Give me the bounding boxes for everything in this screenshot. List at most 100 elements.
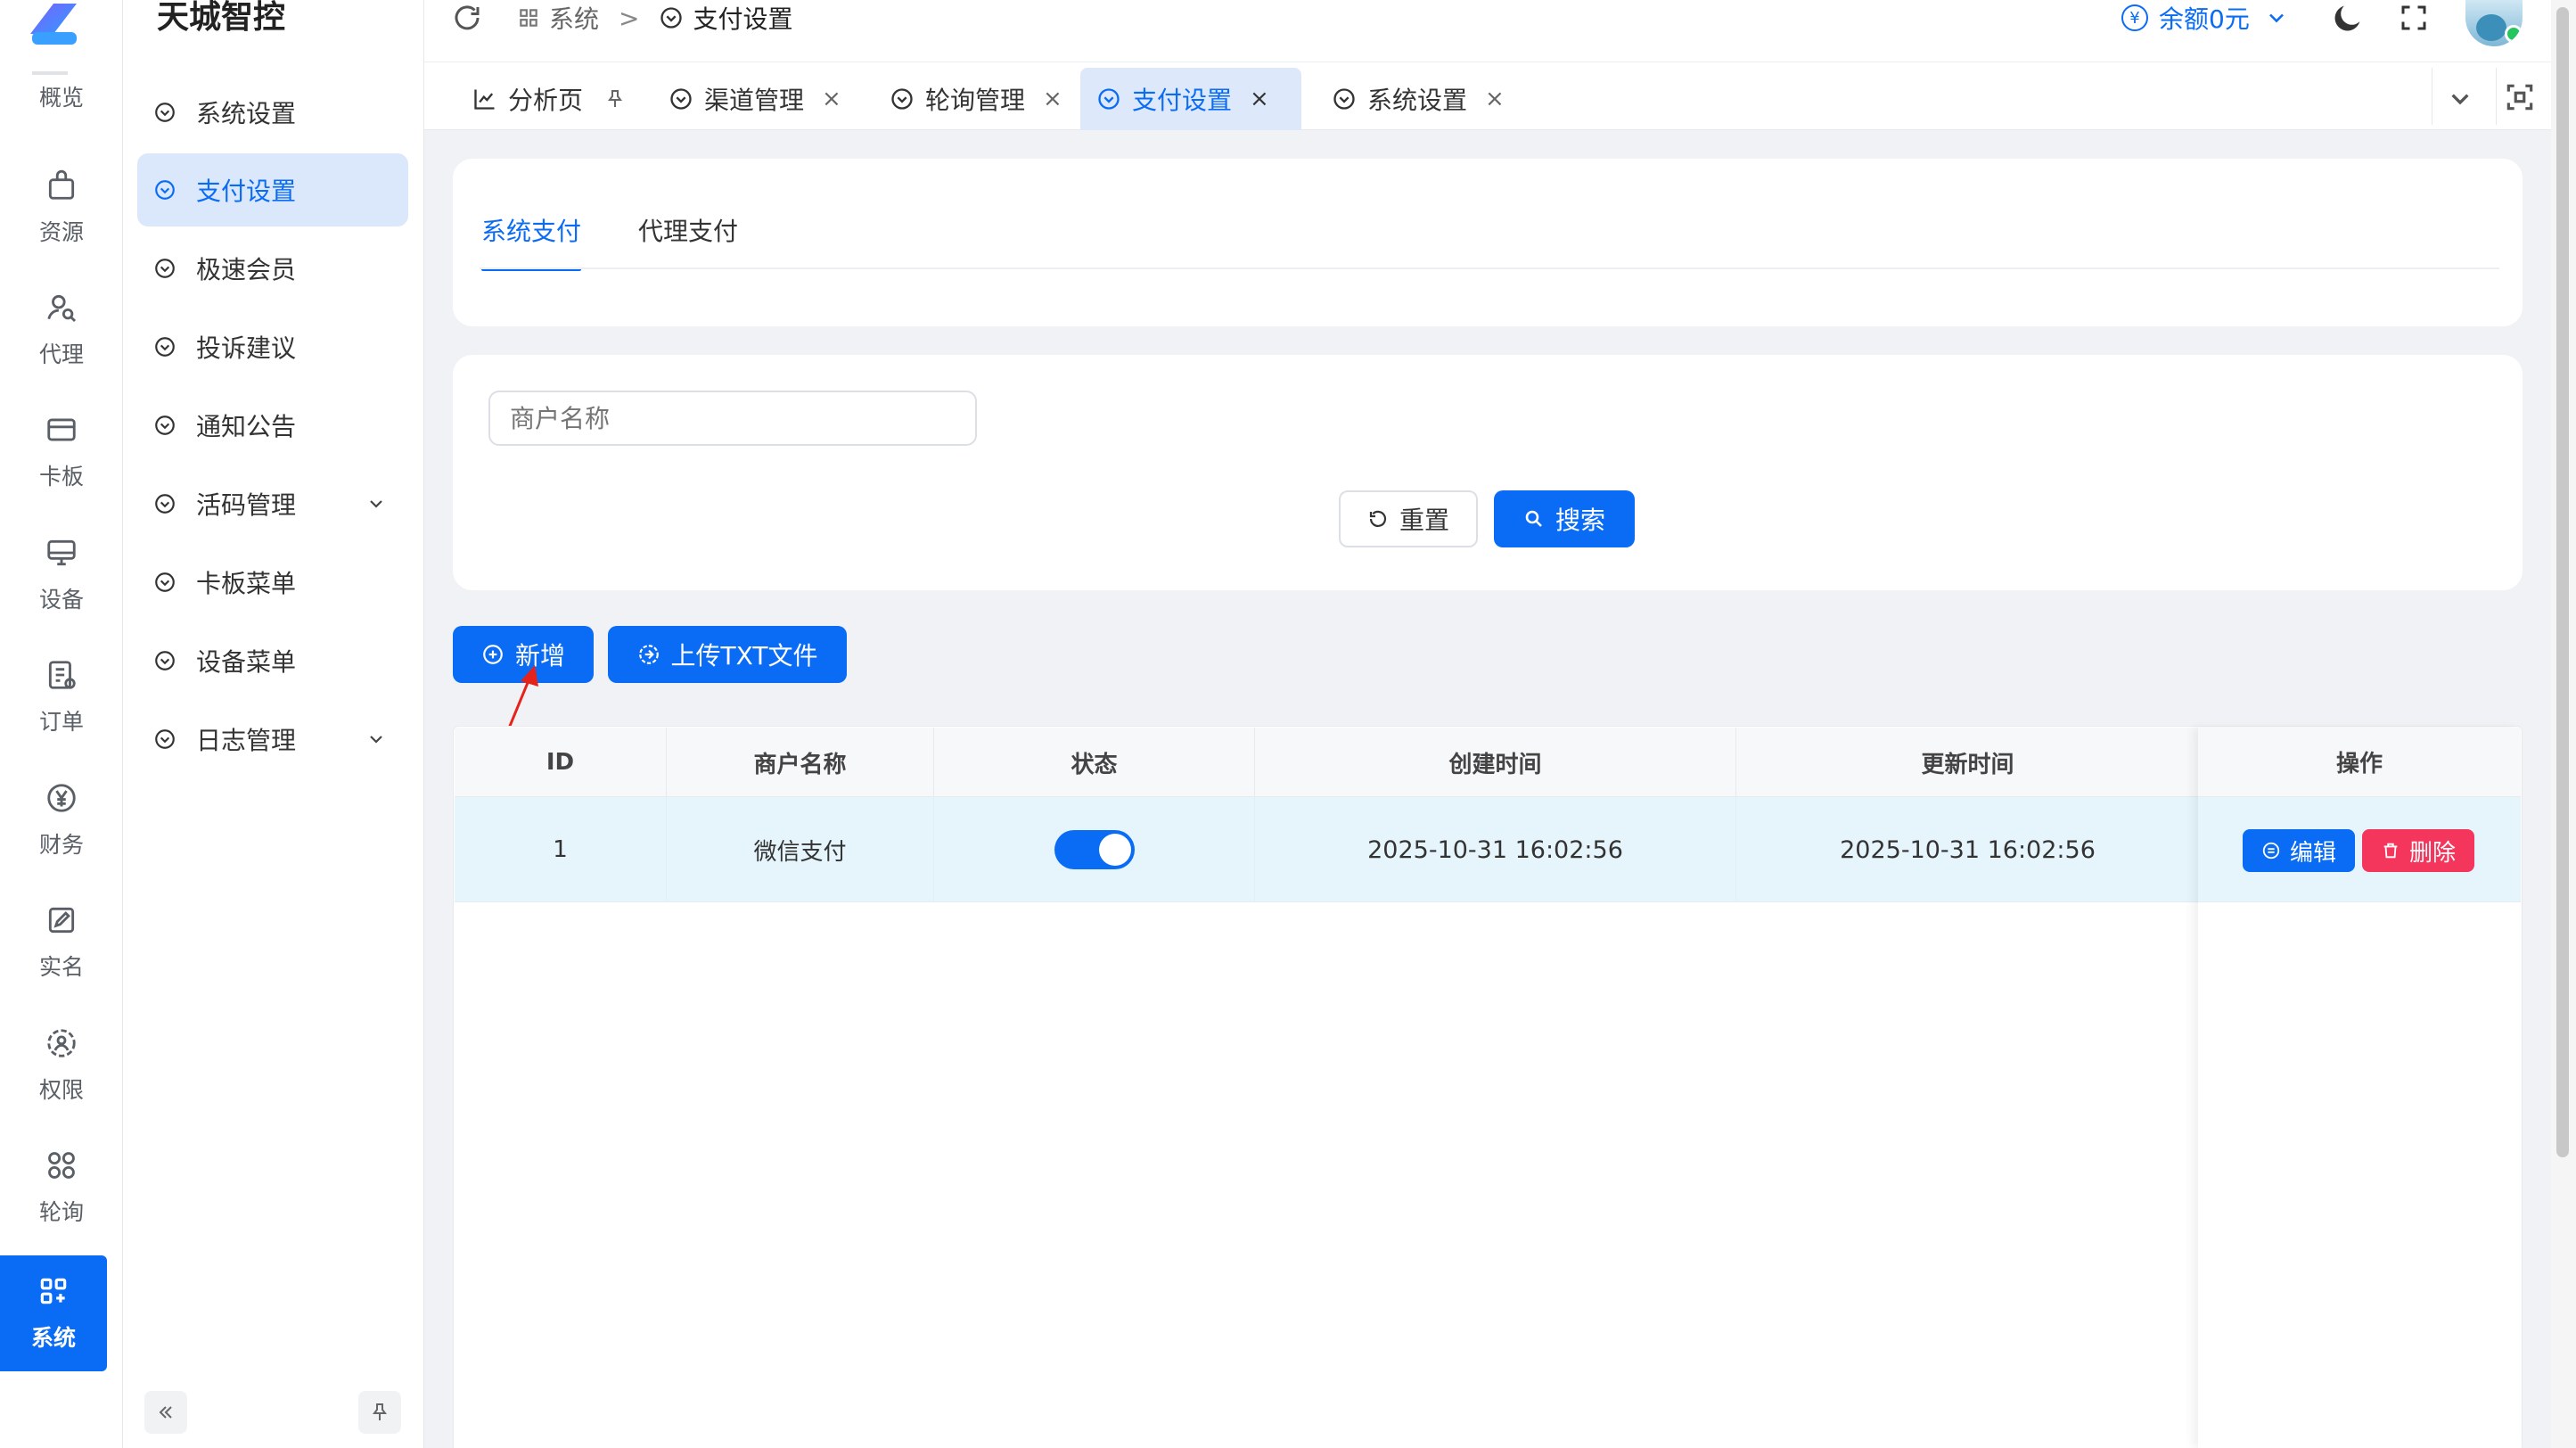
upload-txt-button[interactable]: 上传TXT文件 (608, 626, 847, 683)
rail-label: 卡板 (38, 464, 84, 490)
chevron-down-icon (370, 500, 382, 508)
submenu-item-fast-member[interactable]: 极速会员 (137, 232, 408, 305)
rail-item-system[interactable]: 系统 (0, 1255, 107, 1371)
edit-icon (48, 907, 75, 934)
cell-updated-time: 2025-10-31 16:02:56 (1736, 797, 2200, 902)
subtab-agent-payment[interactable]: 代理支付 (638, 212, 738, 248)
submenu-item-payment-settings[interactable]: 支付设置 (137, 153, 408, 226)
rail-item-card[interactable]: 卡板 (0, 394, 123, 510)
search-card (453, 355, 2523, 590)
refresh-icon (455, 5, 480, 30)
breadcrumb: 系统 > 支付设置 (517, 0, 793, 36)
button-label: 重置 (1399, 506, 1449, 535)
subtab-system-payment[interactable]: 系统支付 (481, 212, 581, 275)
tab-polling-management[interactable]: 轮询管理 × (874, 68, 1079, 130)
chart-icon (474, 89, 495, 110)
button-label: 搜索 (1555, 506, 1605, 535)
tab-label: 渠道管理 (704, 86, 805, 115)
breadcrumb-current: 支付设置 (693, 4, 793, 34)
submenu-label: 极速会员 (196, 255, 297, 284)
submenu-label: 支付设置 (196, 177, 297, 206)
submenu-item-complaints[interactable]: 投诉建议 (137, 310, 408, 383)
submenu-item-device-menu[interactable]: 设备菜单 (137, 624, 408, 697)
tab-analysis[interactable]: 分析页 (456, 68, 642, 130)
grid-icon (520, 9, 537, 27)
rail-label: 资源 (38, 219, 84, 245)
reset-button[interactable]: 重置 (1339, 490, 1478, 547)
scrollbar-thumb[interactable] (2556, 7, 2569, 1157)
submenu-item-notices[interactable]: 通知公告 (137, 389, 408, 462)
rail-item-finance[interactable]: 财务 (0, 762, 123, 878)
tabs-maximize-button[interactable] (2503, 80, 2537, 114)
payment-type-card: 系统支付 代理支付 (453, 159, 2523, 326)
circle-chevron-icon (155, 494, 175, 514)
refresh-button[interactable] (451, 2, 483, 34)
pin-icon[interactable] (604, 88, 626, 110)
button-label: 删除 (2408, 839, 2456, 867)
collapse-sidebar-button[interactable] (144, 1391, 187, 1434)
upload-icon (638, 645, 659, 664)
grid-circles-icon (48, 1152, 75, 1179)
button-label: 上传TXT文件 (670, 641, 818, 671)
search-button[interactable]: 搜索 (1494, 490, 1635, 547)
merchant-name-input[interactable] (488, 391, 977, 446)
tab-payment-settings[interactable]: 支付设置 × (1080, 68, 1301, 130)
circle-chevron-icon (155, 180, 175, 200)
rail-item-order[interactable]: 订单 (0, 639, 123, 755)
rail-item-device[interactable]: 设备 (0, 517, 123, 633)
tabs-more-button[interactable] (2442, 80, 2478, 116)
rail-item-resources[interactable]: 资源 (0, 150, 123, 266)
double-chevron-left-icon (159, 1406, 172, 1419)
close-icon[interactable]: × (1485, 86, 1505, 112)
subtab-label: 代理支付 (638, 217, 739, 246)
rail-item-permission[interactable]: 权限 (0, 1008, 123, 1123)
status-toggle[interactable] (1054, 830, 1135, 869)
toggle-knob (1098, 834, 1131, 866)
edit-button[interactable]: 编辑 (2243, 829, 2355, 872)
page-scrollbar[interactable] (2551, 0, 2576, 1448)
cell-id: 1 (455, 797, 667, 902)
chevron-down-icon (2451, 94, 2469, 105)
online-status-dot (2505, 25, 2523, 43)
tab-system-settings[interactable]: 系统设置 × (1316, 68, 1521, 130)
close-icon[interactable]: × (1250, 86, 1269, 112)
rail-item-realname[interactable]: 实名 (0, 884, 123, 1000)
permission-icon (47, 1029, 76, 1057)
search-icon (1525, 510, 1542, 527)
submenu-item-live-code[interactable]: 活码管理 (137, 467, 408, 540)
bag-icon (48, 169, 75, 200)
balance-dropdown[interactable]: ¥ 余额0元 (2121, 0, 2289, 36)
circle-chevron-icon (155, 729, 175, 749)
circle-chevron-icon (891, 88, 913, 110)
rail-item-polling[interactable]: 轮询 (0, 1130, 123, 1246)
tab-channel-management[interactable]: 渠道管理 × (652, 68, 857, 130)
tab-label: 分析页 (508, 86, 584, 115)
submenu-label: 日志管理 (196, 726, 297, 755)
circle-chevron-icon (155, 337, 175, 357)
circle-chevron-icon (155, 651, 175, 671)
circle-chevron-icon (660, 7, 683, 29)
theme-toggle-button[interactable] (2330, 0, 2366, 36)
rail-label: 概览 (38, 85, 84, 111)
submenu-label: 投诉建议 (196, 333, 297, 363)
yuan-circle-icon: ¥ (2121, 4, 2148, 31)
submenu-item-logs[interactable]: 日志管理 (137, 703, 408, 776)
tab-label: 轮询管理 (925, 86, 1026, 115)
breadcrumb-parent[interactable]: 系统 (549, 0, 599, 36)
app-logo[interactable] (23, 0, 80, 48)
fullscreen-button[interactable] (2398, 2, 2430, 34)
yuan-icon (47, 784, 76, 812)
grid-plus-icon (40, 1278, 67, 1304)
submenu-item-system-settings[interactable]: 系统设置 (137, 76, 408, 149)
submenu-item-card-menu[interactable]: 卡板菜单 (137, 546, 408, 619)
rail-item-agent[interactable]: 代理 (0, 272, 123, 388)
close-icon[interactable]: × (1043, 86, 1062, 112)
circle-chevron-icon (670, 88, 692, 110)
rail-item-overview[interactable]: 概览 (0, 52, 123, 132)
delete-button[interactable]: 删除 (2362, 829, 2474, 872)
pin-icon (373, 1403, 387, 1420)
pin-sidebar-button[interactable] (358, 1391, 401, 1434)
rail-label: 实名 (38, 954, 84, 980)
cell-status (934, 797, 1255, 902)
close-icon[interactable]: × (822, 86, 841, 112)
